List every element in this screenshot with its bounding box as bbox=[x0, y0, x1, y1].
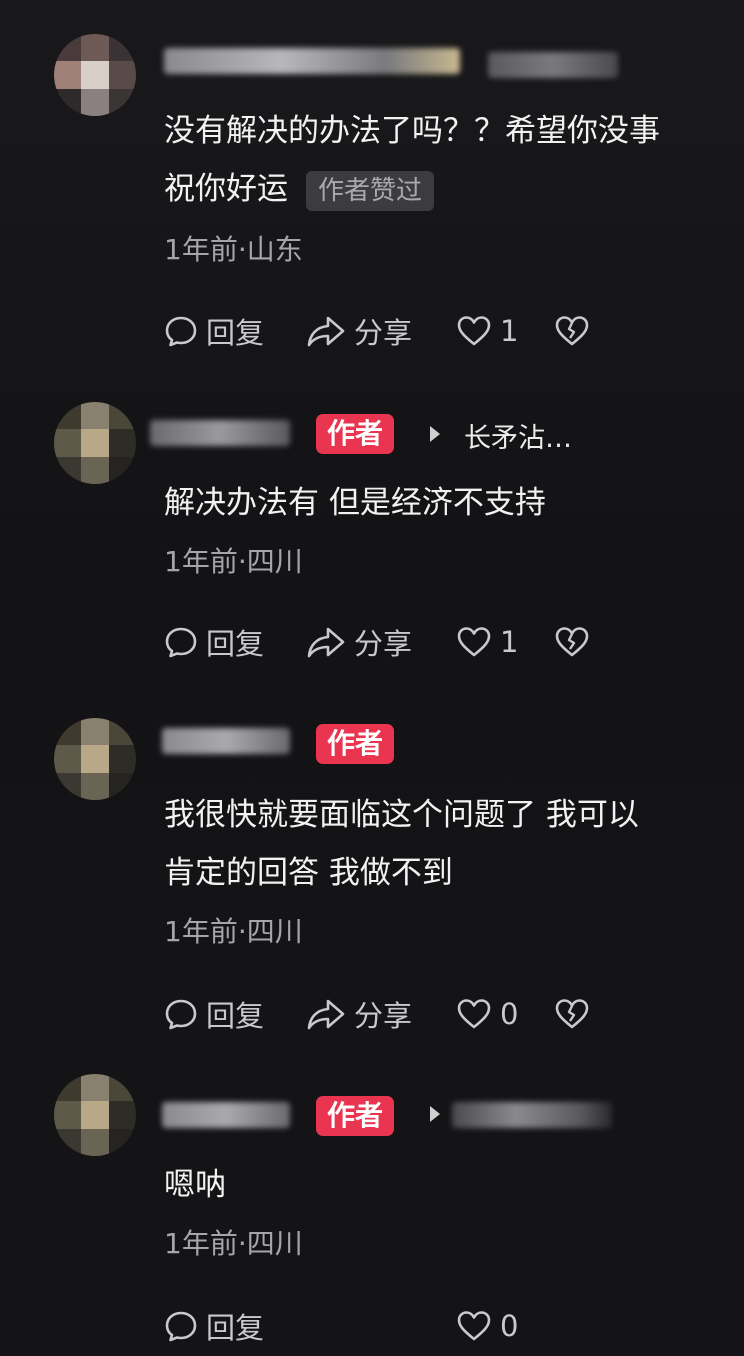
comment-meta: 1年前·山东 bbox=[164, 233, 303, 266]
share-button[interactable]: 分享 bbox=[306, 311, 412, 351]
avatar[interactable] bbox=[54, 718, 136, 800]
broken-heart-icon bbox=[555, 999, 589, 1029]
reply-label: 回复 bbox=[206, 1311, 265, 1345]
heart-outline-icon bbox=[457, 627, 491, 657]
like-count: 1 bbox=[500, 314, 519, 348]
comment-meta: 1年前·四川 bbox=[164, 915, 303, 948]
comment-text-line: 祝你好运 作者赞过 bbox=[164, 160, 660, 218]
heart-outline-icon bbox=[457, 999, 491, 1029]
comment-bubble-icon bbox=[165, 627, 197, 658]
share-arrow-icon bbox=[307, 999, 345, 1030]
reply-button[interactable]: 回复 bbox=[164, 311, 264, 351]
like-count: 0 bbox=[500, 1309, 519, 1343]
reply-target-blurred[interactable] bbox=[488, 52, 618, 78]
comment-text: 嗯呐 bbox=[164, 1156, 226, 1214]
username-blurred[interactable] bbox=[164, 48, 460, 74]
caret-right-icon bbox=[430, 1106, 440, 1122]
share-arrow-icon bbox=[307, 316, 345, 347]
comment-actions: 回复 分享 1 bbox=[164, 311, 724, 351]
comment-meta: 1年前·四川 bbox=[164, 545, 303, 578]
broken-heart-icon bbox=[555, 627, 589, 657]
like-button[interactable]: 0 bbox=[456, 994, 518, 1034]
comment-text: 没有解决的办法了吗？？希望你没事 祝你好运 作者赞过 bbox=[164, 102, 660, 218]
author-badge: 作者 bbox=[316, 1096, 395, 1136]
comment-bubble-icon bbox=[165, 1311, 197, 1342]
reply-label: 回复 bbox=[206, 627, 265, 661]
comment-text-line: 肯定的回答 我做不到 bbox=[164, 855, 453, 891]
reply-button[interactable]: 回复 bbox=[164, 994, 264, 1034]
comment-bubble-icon bbox=[165, 999, 197, 1030]
reply-button[interactable]: 回复 bbox=[164, 622, 264, 662]
comment-text-line: 我很快就要面临这个问题了 我可以 bbox=[164, 797, 639, 833]
comment-feed: 没有解决的办法了吗？？希望你没事 祝你好运 作者赞过 1年前·山东 回复 分享 1 bbox=[0, 0, 744, 1356]
like-button[interactable]: 0 bbox=[456, 1306, 518, 1346]
comment-text: 我很快就要面临这个问题了 我可以 肯定的回答 我做不到 bbox=[164, 786, 639, 902]
like-button[interactable]: 1 bbox=[456, 311, 518, 351]
author-badge: 作者 bbox=[316, 724, 395, 764]
reply-label: 回复 bbox=[206, 316, 265, 350]
dislike-button[interactable] bbox=[554, 622, 590, 662]
comment-actions: 回复 0 bbox=[164, 1306, 724, 1346]
share-arrow-icon bbox=[307, 627, 345, 658]
reply-label: 回复 bbox=[206, 999, 265, 1033]
broken-heart-icon bbox=[555, 316, 589, 346]
heart-outline-icon bbox=[457, 1311, 491, 1341]
username-blurred[interactable] bbox=[150, 420, 290, 446]
share-button[interactable]: 分享 bbox=[306, 622, 412, 662]
comment-text: 解决办法有 但是经济不支持 bbox=[164, 474, 546, 532]
dislike-button[interactable] bbox=[554, 994, 590, 1034]
reply-target-blurred[interactable] bbox=[452, 1102, 612, 1128]
comment-actions: 回复 分享 1 bbox=[164, 622, 724, 662]
author-badge: 作者 bbox=[316, 414, 395, 454]
reply-target-name[interactable]: 长矛沾… bbox=[464, 416, 572, 455]
caret-right-icon bbox=[430, 426, 440, 442]
avatar[interactable] bbox=[54, 1074, 136, 1156]
comment-bubble-icon bbox=[165, 316, 197, 347]
share-label: 分享 bbox=[354, 999, 413, 1033]
comment-meta: 1年前·四川 bbox=[164, 1227, 303, 1260]
comment-text-line: 解决办法有 但是经济不支持 bbox=[164, 485, 546, 521]
comment-actions: 回复 分享 0 bbox=[164, 994, 724, 1034]
username-blurred[interactable] bbox=[162, 728, 290, 754]
like-button[interactable]: 1 bbox=[456, 622, 518, 662]
share-label: 分享 bbox=[354, 316, 413, 350]
share-button[interactable]: 分享 bbox=[306, 994, 412, 1034]
avatar[interactable] bbox=[54, 402, 136, 484]
dislike-button[interactable] bbox=[554, 311, 590, 351]
comment-text-line: 没有解决的办法了吗？？希望你没事 bbox=[164, 113, 660, 149]
heart-outline-icon bbox=[457, 316, 491, 346]
author-liked-tag: 作者赞过 bbox=[306, 170, 435, 211]
like-count: 0 bbox=[500, 997, 519, 1031]
username-blurred[interactable] bbox=[162, 1102, 290, 1128]
comment-text-line: 嗯呐 bbox=[164, 1167, 226, 1203]
avatar[interactable] bbox=[54, 34, 136, 116]
reply-button[interactable]: 回复 bbox=[164, 1306, 264, 1346]
share-label: 分享 bbox=[354, 627, 413, 661]
like-count: 1 bbox=[500, 625, 519, 659]
